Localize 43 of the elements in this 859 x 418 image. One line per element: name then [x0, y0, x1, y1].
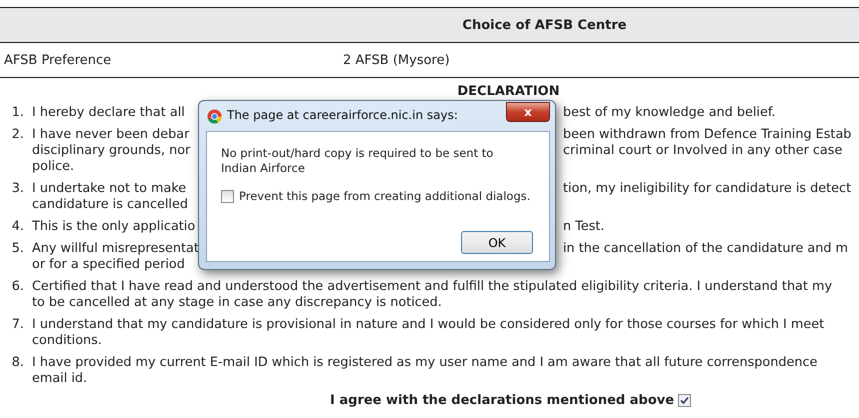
declaration-text: n Test. [563, 219, 604, 235]
declaration-text: This is the only applicatio [32, 219, 196, 235]
declaration-text: email id. [32, 371, 88, 387]
dialog-title: The page at careerairforce.nic.in says: [227, 108, 458, 122]
list-number: 2. [12, 127, 25, 144]
declaration-text: in the cancellation of the candidature and m [563, 241, 848, 257]
list-number: 7. [12, 317, 25, 334]
header-text: Choice of AFSB Centre [462, 18, 627, 32]
list-number: 1. [12, 105, 25, 121]
agree-label: I agree with the declarations mentioned above [330, 393, 674, 408]
declaration-text: candidature is cancelled [32, 197, 188, 213]
declaration-text: I hereby declare that all [32, 105, 185, 121]
declaration-text: or for a specified period [32, 257, 185, 273]
list-number: 8. [12, 355, 25, 372]
section-title: DECLARATION [456, 84, 561, 99]
declaration-text: to be cancelled at any stage in case any discrepancy is noticed. [32, 295, 442, 311]
checkbox[interactable] [221, 190, 234, 202]
table-cell-text: AFSB Preference [3, 52, 112, 68]
declaration-text: tion, my ineligibility for candidature is detect [563, 181, 852, 197]
checkbox-label: Prevent this page from creating additional dialogs. [239, 189, 530, 203]
list-number: 6. [12, 279, 25, 296]
declaration-text: I have never been debar [32, 127, 190, 143]
list-number: 5. [12, 241, 25, 258]
declaration-text: criminal court or Involved in any other case [563, 143, 842, 159]
dialog-message: No print-out/hard copy is required to be sent to Indian Airforce [221, 146, 494, 176]
list-number: 3. [12, 181, 25, 198]
declaration-text: conditions. [32, 333, 102, 349]
declaration-text: police. [32, 159, 74, 175]
declaration-text: Any willful misrepresentat [32, 241, 199, 257]
declaration-text: I have provided my current E-mail ID which is registered as my user name and I am aware that all future correnspondence [32, 355, 818, 371]
list-number: 4. [12, 219, 25, 235]
declaration-text: disciplinary grounds, nor [32, 143, 190, 159]
agree-checkbox[interactable] [678, 394, 692, 407]
declaration-text: I undertake not to make [32, 181, 186, 197]
declaration-text: been withdrawn from Defence Training Estab [563, 127, 852, 143]
check-icon [680, 396, 690, 405]
ok-button[interactable]: OK [461, 231, 533, 254]
table-cell-text: 2 AFSB (Mysore) [343, 52, 451, 68]
browser-logo-icon [207, 109, 222, 124]
declaration-text: Certified that I have read and understood the advertisement and fulfill the stipulated eligibility criteria. I understand that my [32, 279, 832, 295]
declaration-text: I understand that my candidature is provisional in nature and I would be considered only for those courses for which I meet [32, 317, 824, 333]
close-button[interactable]: x [506, 102, 550, 122]
declaration-text: best of my knowledge and belief. [563, 105, 776, 121]
